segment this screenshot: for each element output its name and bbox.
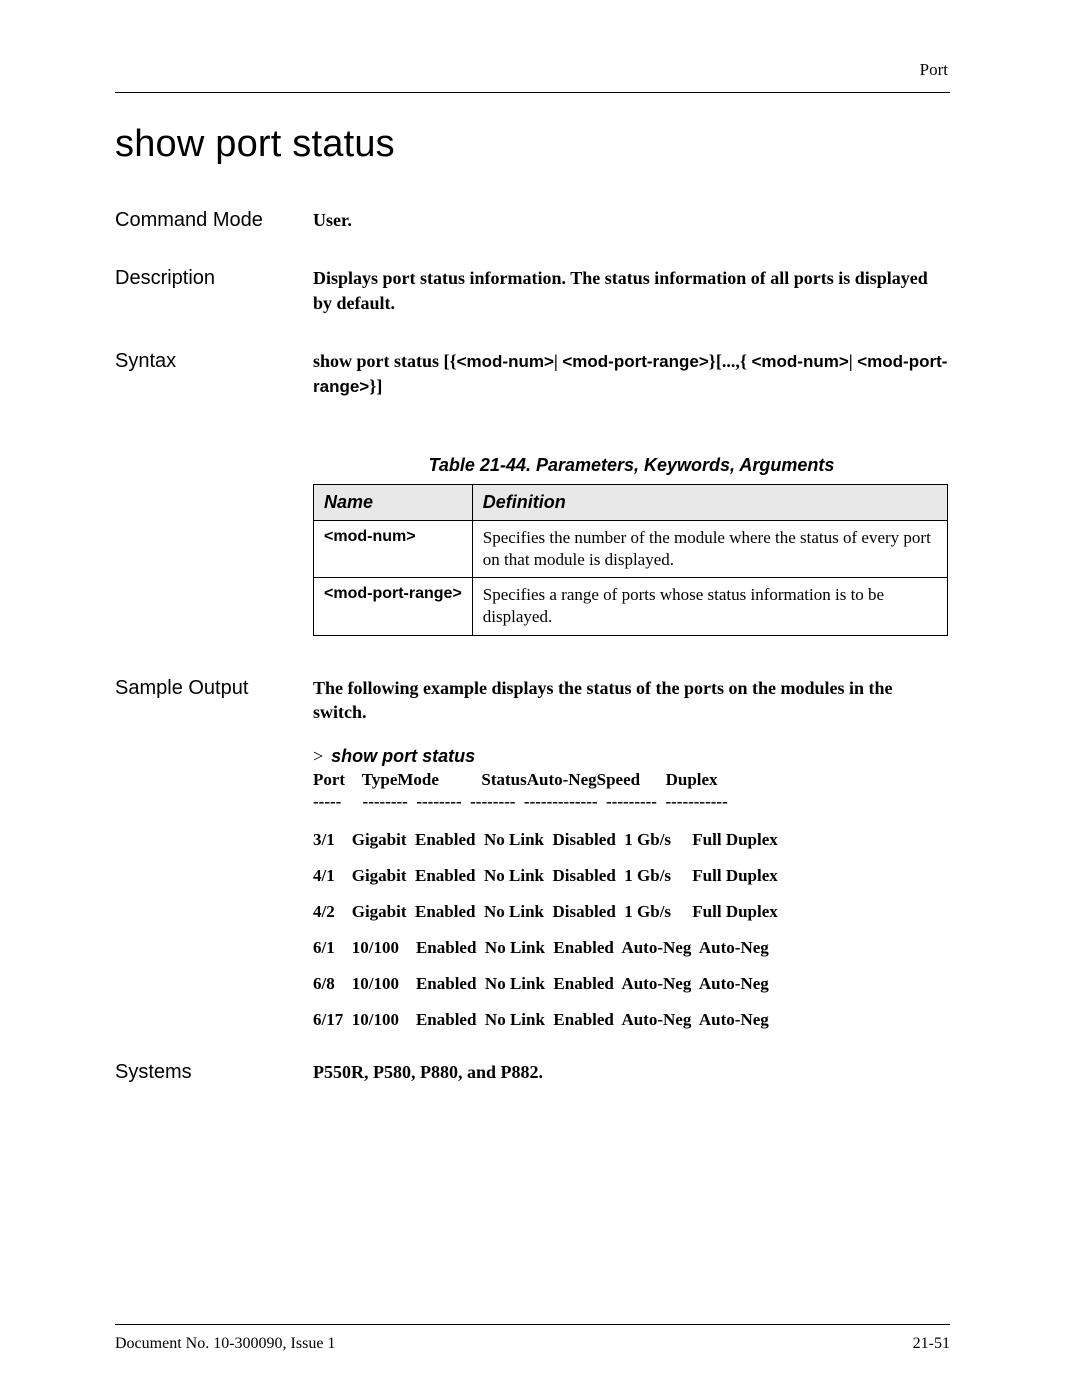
td-name: <mod-port-range> [314, 578, 473, 635]
footer-rule [115, 1324, 950, 1325]
th-definition: Definition [472, 484, 947, 520]
value-command-mode-text: User. [313, 210, 352, 230]
value-systems-text: P550R, P580, P880, and P882. [313, 1062, 543, 1082]
row-syntax: Syntax show port status [{<mod-num>| <mo… [115, 349, 950, 399]
value-syntax: show port status [{<mod-num>| <mod-port-… [313, 349, 950, 399]
table-row: <mod-port-range> Specifies a range of po… [314, 578, 948, 635]
syntax-mid: }[...,{ [709, 351, 752, 371]
cli-columns-dashes: ----- -------- -------- -------- -------… [313, 792, 950, 812]
value-description: Displays port status information. The st… [313, 266, 950, 315]
td-definition: Specifies a range of ports whose status … [472, 578, 947, 635]
footer-doc-no: Document No. 10-300090, Issue 1 [115, 1335, 335, 1353]
table-row: <mod-num> Specifies the number of the mo… [314, 521, 948, 578]
footer-page-no: 21-51 [913, 1335, 950, 1353]
row-description: Description Displays port status informa… [115, 266, 950, 315]
prompt-char: > [313, 746, 323, 766]
td-definition: Specifies the number of the module where… [472, 521, 947, 578]
prompt-cmd: show port status [331, 746, 475, 766]
td-name: <mod-num> [314, 521, 473, 578]
value-systems: P550R, P580, P880, and P882. [313, 1060, 950, 1084]
header-rule [115, 92, 950, 93]
row-sample-output: Sample Output The following example disp… [115, 676, 950, 725]
label-syntax: Syntax [115, 349, 313, 373]
cli-columns-header: Port TypeMode StatusAuto-NegSpeed Duplex [313, 770, 950, 790]
syntax-p2: <mod-port-range> [562, 352, 708, 371]
cli-row: 3/1 Gigabit Enabled No Link Disabled 1 G… [313, 830, 950, 850]
row-systems: Systems P550R, P580, P880, and P882. [115, 1060, 950, 1084]
label-sample-output: Sample Output [115, 676, 313, 700]
table-caption: Table 21-44. Parameters, Keywords, Argum… [313, 455, 950, 476]
sample-output-block: > show port status Port TypeMode StatusAu… [313, 746, 950, 1030]
running-header: Port [115, 60, 950, 92]
value-sample-output: The following example displays the statu… [313, 676, 950, 725]
label-systems: Systems [115, 1060, 313, 1084]
label-command-mode: Command Mode [115, 208, 313, 232]
prompt-line: > show port status [313, 746, 950, 767]
syntax-suffix: }] [369, 376, 382, 396]
cli-row: 6/8 10/100 Enabled No Link Enabled Auto-… [313, 974, 950, 994]
th-name: Name [314, 484, 473, 520]
page-title: show port status [115, 123, 950, 166]
row-command-mode: Command Mode User. [115, 208, 950, 232]
params-table: Name Definition <mod-num> Specifies the … [313, 484, 948, 636]
cli-row: 4/1 Gigabit Enabled No Link Disabled 1 G… [313, 866, 950, 886]
value-sample-output-text: The following example displays the statu… [313, 678, 893, 722]
value-command-mode: User. [313, 208, 950, 232]
syntax-sep2: | [849, 351, 857, 371]
syntax-p1: <mod-num> [457, 352, 554, 371]
value-description-text: Displays port status information. The st… [313, 268, 928, 312]
cli-row: 4/2 Gigabit Enabled No Link Disabled 1 G… [313, 902, 950, 922]
table-header-row: Name Definition [314, 484, 948, 520]
cli-row: 6/17 10/100 Enabled No Link Enabled Auto… [313, 1010, 950, 1030]
label-description: Description [115, 266, 313, 290]
section-name: Port [920, 60, 948, 79]
cli-row: 6/1 10/100 Enabled No Link Enabled Auto-… [313, 938, 950, 958]
page-container: Port show port status Command Mode User.… [0, 0, 1080, 1168]
syntax-p3: <mod-num> [751, 352, 848, 371]
syntax-prefix: show port status [{ [313, 351, 457, 371]
